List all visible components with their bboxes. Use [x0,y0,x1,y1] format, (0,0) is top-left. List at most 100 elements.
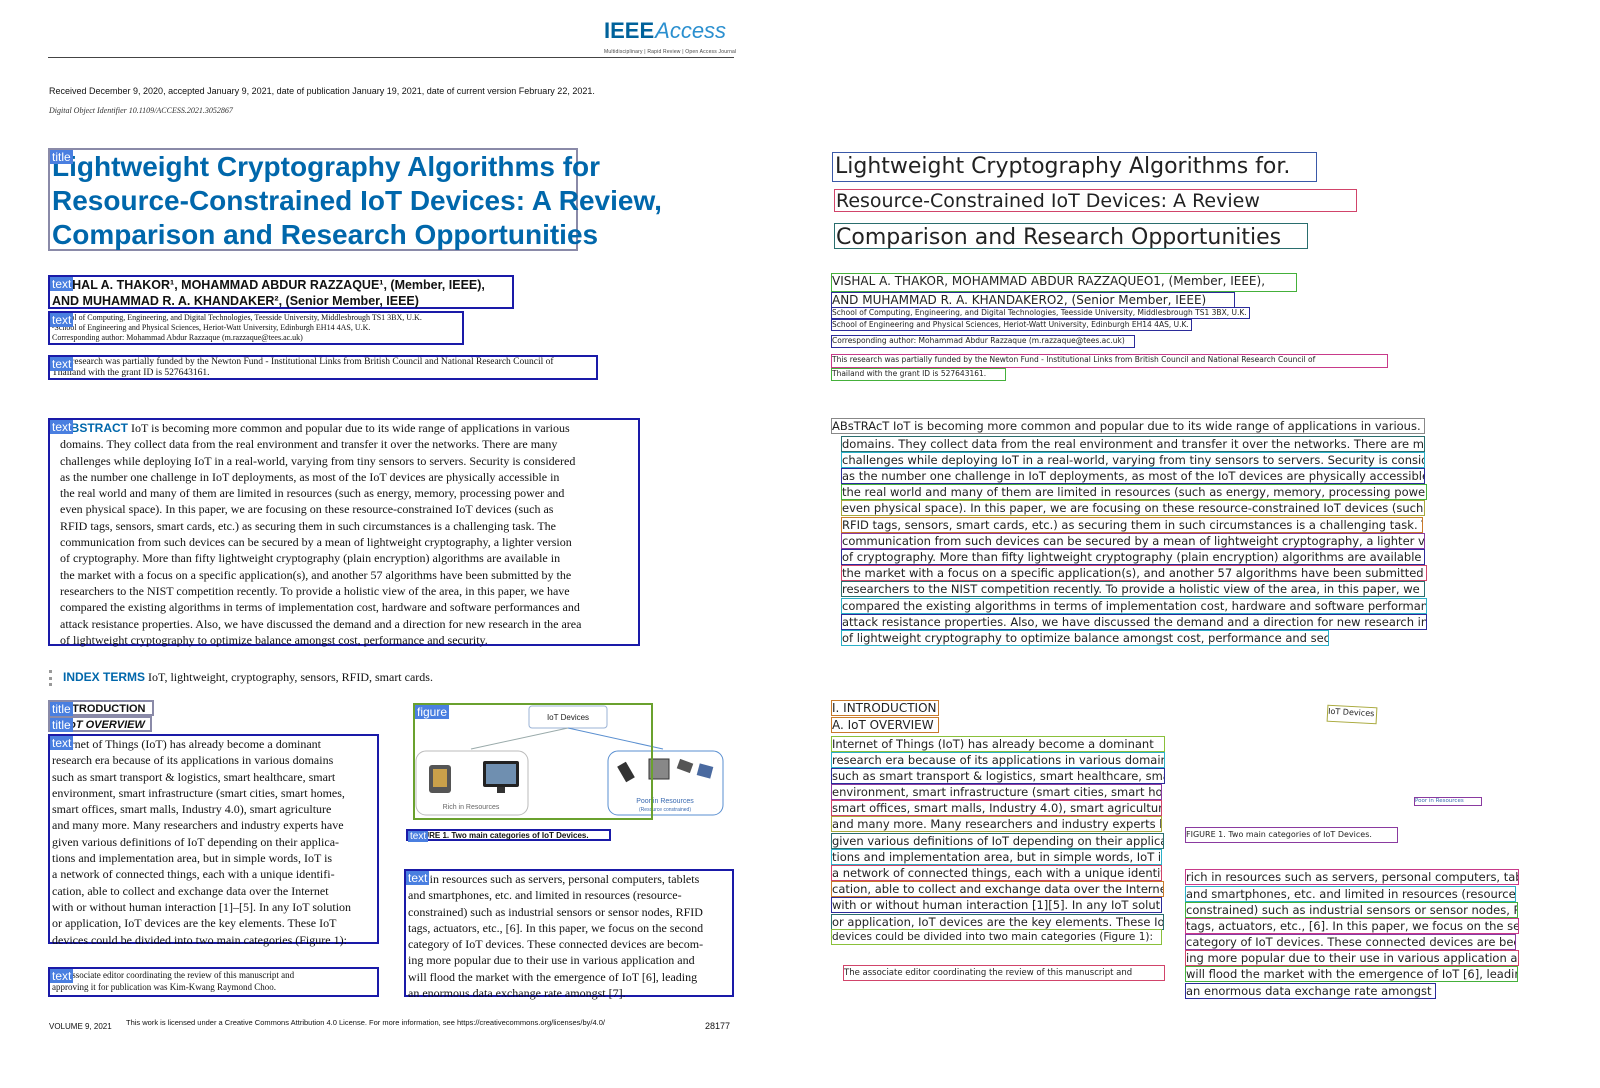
abstract-line: as the number one challenge in IoT deplo… [60,469,560,484]
title-line: Comparison and Research Opportunities [52,219,599,250]
abstract-line: challenges while deploying IoT in a real… [60,453,576,468]
affiliations-block: ¹School of Computing, Engineering, and D… [48,311,464,345]
funding-line: This research was partially funded by th… [52,357,554,367]
layout-badge-text: text [50,277,74,291]
ocr-fig-label: IoT Devices [1326,704,1378,725]
right-col-line: tags, actuators, etc., [6]. In this pape… [408,920,704,935]
ocr-fund-2: Thailand with the grant ID is 527643161. [831,368,1006,381]
layout-badge-title: title [50,702,73,716]
ocr-author-1: VISHAL A. THAKOR, MOHAMMAD ABDUR RAZZAQU… [831,273,1297,292]
ocr-fund-1: This research was partially funded by th… [831,354,1388,368]
paper-title-block: Lightweight Cryptography Algorithms for … [48,148,662,251]
ocr-editor-note: The associate editor coordinating the re… [843,965,1165,981]
ocr-intro-line: tions and implementation area, but in si… [831,849,1162,865]
right-col-line: an enormous data exchange rate amongst [… [408,986,626,1001]
ocr-abstract-line: researchers to the NIST competition rece… [841,581,1425,597]
ocr-caption: FIGURE 1. Two main categories of IoT Dev… [1185,827,1398,843]
figure-caption: FIGURE 1. Two main categories of IoT Dev… [410,831,589,840]
ocr-subsection-title: A. IoT OVERVIEW [831,717,939,733]
index-terms-list: IoT, lightweight, cryptography, sensors,… [148,670,433,684]
layout-badge-text: text [408,831,429,842]
ocr-right-col-line: ing more popular due to their use in var… [1185,950,1519,966]
ocr-intro-line: Internet of Things (IoT) has already bec… [831,736,1165,752]
author-line: VISHAL A. THAKOR¹, MOHAMMAD ABDUR RAZZAQ… [52,278,485,292]
layout-badge-text: text [50,969,74,983]
author-line: AND MUHAMMAD R. A. KHANDAKER², (Senior M… [52,294,419,308]
ocr-abstract-line: RFID tags, sensors, smart cards, etc.) a… [841,517,1423,533]
intro-line: Internet of Things (IoT) has already bec… [52,737,322,751]
index-terms: INDEX TERMS IoT, lightweight, cryptograp… [49,670,433,687]
figure-caption-block: FIGURE 1. Two main categories of IoT Dev… [406,829,611,842]
abstract-line: attack resistance properties. Also, we h… [60,616,582,631]
ocr-intro-line: such as smart transport & logistics, sma… [831,768,1165,784]
ocr-abstract-line: attack resistance properties. Also, we h… [841,614,1427,630]
intro-line: and many more. Many researchers and indu… [52,818,344,833]
layout-badge-text: text [406,871,430,885]
doi: Digital Object Identifier 10.1109/ACCESS… [49,106,233,115]
intro-line: cation, able to collect and exchange dat… [52,883,329,898]
layout-badge-text: text [50,357,74,371]
authors-block: VISHAL A. THAKOR¹, MOHAMMAD ABDUR RAZZAQ… [48,275,514,309]
right-col-line: constrained) such as industrial sensors … [408,904,703,919]
ocr-right-col-line: will flood the market with the emergence… [1185,966,1518,982]
logo-tagline: Multidisciplinary | Rapid Review | Open … [604,49,737,55]
right-col-line: will flood the market with the emergence… [408,969,698,984]
ocr-abstract-line: of lightweight cryptography to optimize … [841,630,1329,646]
logo-brand: IEEE [604,18,655,43]
ocr-abstract-line: the real world and many of them are limi… [841,484,1427,500]
intro-line: with or without human interaction [1]–[5… [52,899,352,914]
ocr-intro-line: cation, able to collect and exchange dat… [831,881,1164,897]
title-line: Lightweight Cryptography Algorithms for [52,151,601,182]
layout-badge-text: text [50,420,74,434]
ocr-intro-line: devices could be divided into two main c… [831,929,1162,945]
ocr-intro-line: with or without human interaction [1][5]… [831,897,1162,913]
intro-line: environment, smart infrastructure (smart… [52,785,345,800]
logo-product: Access [655,18,727,43]
ocr-abstract-line: ABsTRAcT IoT is becoming more common and… [831,418,1425,434]
layout-badge-text: text [50,313,74,327]
intro-line: a network of connected things, each with… [52,867,335,882]
ocr-abstract-line: domains. They collect data from the real… [841,436,1425,452]
ocr-abstract-line: even physical space). In this paper, we … [841,500,1425,516]
ocr-abstract-line: as the number one challenge in IoT deplo… [841,468,1425,484]
funding-block: This research was partially funded by th… [48,355,598,380]
layout-badge-title: title [50,150,73,164]
abstract-line: communication from such devices can be s… [60,535,572,550]
intro-line: tions and implementation area, but in si… [52,851,333,866]
ocr-right-col-line: category of IoT devices. These connected… [1185,934,1516,950]
abstract-line: RFID tags, sensors, smart cards, etc.) a… [60,518,556,533]
ocr-abstract-line: the market with a focus on a specific ap… [841,565,1427,581]
ocr-right-col-line: tags, actuators, etc., [6]. In this pape… [1185,918,1519,934]
ocr-abstract-line: communication from such devices can be s… [841,533,1425,549]
affiliation-line: ¹School of Computing, Engineering, and D… [52,313,422,322]
right-col-line: rich in resources such as servers, perso… [408,872,700,886]
affiliation-line: ²School of Engineering and Physical Scie… [52,323,371,332]
editor-line: approving it for publication was Kim-Kwa… [52,982,276,992]
ocr-intro-line: and many more. Many researchers and indu… [831,816,1162,832]
abstract-line: of lightweight cryptography to optimize … [60,632,488,647]
abstract-line: the real world and many of them are limi… [60,486,565,501]
right-col-line: and smartphones, etc. and limited in res… [408,888,682,903]
intro-line: research era because of its applications… [52,753,334,768]
ocr-intro-line: a network of connected things, each with… [831,865,1162,881]
layout-badge-text: text [50,736,74,750]
footer-volume: VOLUME 9, 2021 [49,1022,112,1031]
abstract-line: domains. They collect data from the real… [60,437,558,452]
affiliation-line: Corresponding author: Mohammad Abdur Raz… [52,333,303,342]
footer-license: This work is licensed under a Creative C… [126,1018,605,1027]
intro-line: given various definitions of IoT dependi… [52,834,340,849]
ocr-affil-3: Corresponding author: Mohammad Abdur Raz… [831,335,1135,348]
editor-line: The associate editor coordinating the re… [52,970,295,980]
ocr-title-2: Resource-Constrained IoT Devices: A Revi… [834,189,1357,212]
header-rule [48,57,734,58]
ocr-intro-line: smart offices, smart malls, Industry 4.0… [831,800,1162,816]
footer-page-number: 28177 [705,1021,731,1031]
funding-line: Thailand with the grant ID is 527643161. [52,368,210,378]
ocr-right-col-line: constrained) such as industrial sensors … [1185,902,1518,918]
ocr-intro-line: given various definitions of IoT dependi… [831,833,1164,849]
subsection-title-block: A. IoT OVERVIEW title [48,716,152,732]
ocr-title-1: Lightweight Cryptography Algorithms for. [832,152,1317,182]
ocr-intro-line: research era because of its applications… [831,752,1165,768]
ocr-affil-2: School of Engineering and Physical Scien… [831,319,1192,331]
ocr-author-2: AND MUHAMMAD R. A. KHANDAKERO2, (Senior … [831,292,1235,308]
